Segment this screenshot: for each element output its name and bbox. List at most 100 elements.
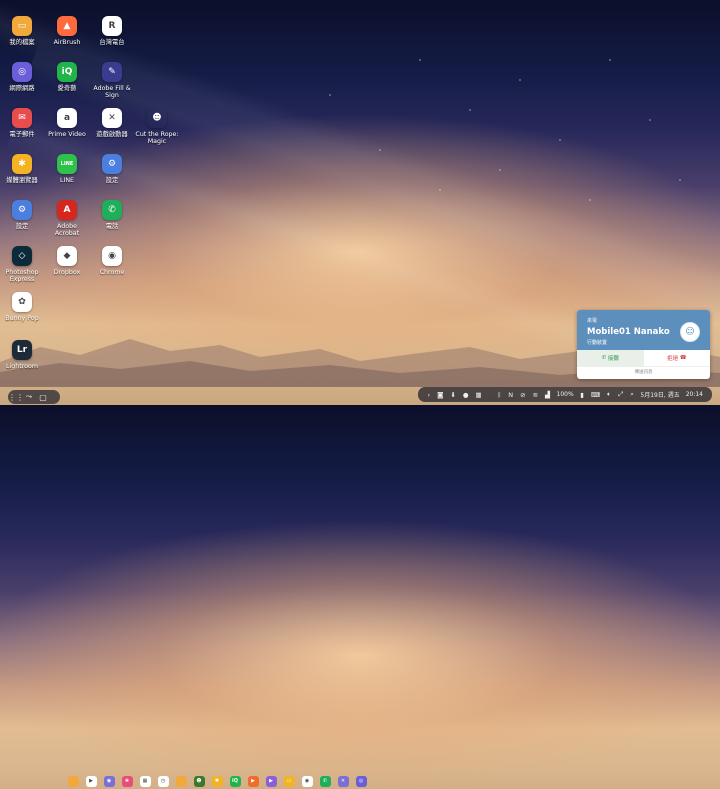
taskbar-app-video[interactable]: ▶ [247, 775, 259, 787]
game-launcher-icon: ✕ [102, 108, 122, 128]
apps-grid-icon[interactable]: ⋮⋮ [8, 393, 24, 402]
chevron-right-icon[interactable]: › [428, 391, 431, 399]
desktop-app-label: 電子郵件 [9, 131, 35, 138]
taskbar-app-bulb[interactable]: ✱ [211, 775, 223, 787]
taskbar-app-internet[interactable]: ◎ [355, 775, 367, 787]
desktop-app-label: Photoshop Express [5, 269, 39, 283]
desktop-app-folder[interactable]: ▭ 我的檔案 [0, 16, 45, 46]
taskbar-app-play-store[interactable]: ▶ [85, 775, 97, 787]
desktop-app-label: Lightroom [5, 363, 38, 370]
system-tray: › ◙ ⬇ ● ▦ ᛒ N ⊘ ≋ ▟ 100% ▮ ⌨ 🔈︎ ⤢ ⌕ 5月19… [418, 387, 712, 402]
grid-icon[interactable]: ▦ [476, 391, 482, 399]
taskbar-app-yellow[interactable]: ▭ [283, 775, 295, 787]
airbrush-icon: ▲ [57, 16, 77, 36]
volume-icon[interactable]: 🔈︎ [607, 390, 611, 399]
taskbar-app-iqiyi[interactable]: iQ [229, 775, 241, 787]
desktop-app-iqiyi[interactable]: iQ 愛奇藝 [44, 62, 90, 92]
taskbar-app-gamepad[interactable]: ✕ [337, 775, 349, 787]
signal-icon[interactable]: ▟ [545, 391, 550, 399]
taskbar-app-clock[interactable]: ◷ [157, 775, 169, 787]
desktop-app-internet[interactable]: ◎ 網際網路 [0, 62, 45, 92]
chrome-icon: ◉ [102, 246, 122, 266]
desktop-app-label: Bunny Pop [5, 315, 39, 322]
taskbar-app-cut-the-rope[interactable]: ☻ [193, 775, 205, 787]
hangup-icon: ☎ [677, 355, 687, 361]
desktop-app-label: Prime Video [48, 131, 86, 138]
time-label: 20:14 [685, 391, 703, 398]
wifi-icon[interactable]: ≋ [533, 391, 538, 399]
taskbar-app-camera[interactable]: ◉ [103, 775, 115, 787]
desktop-app-photoshop-express[interactable]: ◇ Photoshop Express [0, 246, 45, 283]
desktop-app-label: AirBrush [53, 39, 81, 46]
desktop-app-label: Cut the Rope: Magic [135, 131, 179, 145]
taskbar-app-chrome[interactable]: ◉ [301, 775, 313, 787]
cut-the-rope-icon: ☻ [147, 108, 167, 128]
prime-video-icon: a [57, 108, 77, 128]
desktop-app-label: 設定 [105, 177, 119, 184]
desktop-app-prime-video[interactable]: a Prime Video [44, 108, 90, 138]
iqiyi-icon: iQ [57, 62, 77, 82]
desktop-app-media-browser[interactable]: ✱ 媒體瀏覽器 [0, 154, 45, 184]
desktop-app-settings-2[interactable]: ⚙ 設定 [0, 200, 45, 230]
taskbar-app-purple[interactable]: ▶ [265, 775, 277, 787]
radio-icon: R [102, 16, 122, 36]
call-type-label: 來電 [587, 318, 598, 324]
lightroom-icon: Lr [12, 340, 32, 360]
desktop-app-lightroom[interactable]: Lr Lightroom [0, 340, 45, 370]
decline-label: 拒絕 [666, 356, 678, 362]
recent-apps-icon[interactable]: ⤳ [22, 392, 36, 402]
send-message-button[interactable]: 傳送訊息 [577, 367, 710, 378]
desktop-app-label: 愛奇藝 [57, 85, 77, 92]
search-icon[interactable]: ⌕ [630, 390, 634, 399]
acrobat-icon: A [57, 200, 77, 220]
desktop-app-label: 網際網路 [9, 85, 35, 92]
taskbar-app-gallery[interactable]: ❀ [121, 775, 133, 787]
photoshop-express-icon: ◇ [12, 246, 32, 266]
caller-avatar: ☺ [680, 322, 700, 342]
line-icon: LINE [57, 154, 77, 174]
answer-label: 接聽 [607, 356, 619, 362]
caller-name: Mobile01 Nanako [587, 327, 670, 337]
notification-dot-icon[interactable]: ● [463, 391, 469, 399]
desktop-app-bunny-pop[interactable]: ✿ Bunny Pop [0, 292, 45, 322]
desktop-app-email[interactable]: ✉ 電子郵件 [0, 108, 45, 138]
fullscreen-icon[interactable]: ⤢ [618, 390, 623, 399]
desktop-app-label: Chrome [99, 269, 125, 276]
desktop-app-dropbox[interactable]: ◆ Dropbox [44, 246, 90, 276]
battery-icon: ▮ [580, 390, 584, 399]
home-icon[interactable]: ▢ [36, 393, 50, 402]
desktop-app-radio[interactable]: R 台灣電台 [89, 16, 135, 46]
desktop-app-settings[interactable]: ⚙ 設定 [89, 154, 135, 184]
desktop-app-line[interactable]: LINE LINE [44, 154, 90, 184]
dropbox-icon: ◆ [57, 246, 77, 266]
desktop-app-airbrush[interactable]: ▲ AirBrush [44, 16, 90, 46]
media-browser-icon: ✱ [12, 154, 32, 174]
answer-button[interactable]: ✆ 接聽 [577, 350, 644, 366]
desktop-app-game-launcher[interactable]: ✕ 遊戲啟動器 [89, 108, 135, 138]
download-icon[interactable]: ⬇ [450, 391, 455, 399]
taskbar-app-files[interactable] [67, 775, 79, 787]
decline-button[interactable]: 拒絕 ☎ [644, 350, 711, 366]
date-label: 5月19日, 週五 [640, 392, 680, 399]
desktop-app-chrome[interactable]: ◉ Chrome [89, 246, 135, 276]
desktop-app-fill-sign[interactable]: ✎ Adobe Fill & Sign [89, 62, 135, 99]
taskbar-app-calendar[interactable]: ▦ [139, 775, 151, 787]
taskbar-app-phone[interactable]: ✆ [319, 775, 331, 787]
settings-icon-2: ⚙ [12, 200, 32, 220]
bluetooth-icon[interactable]: ᛒ [497, 391, 501, 399]
nfc-icon[interactable]: N [508, 391, 513, 399]
desktop-app-label: 設定 [15, 223, 29, 230]
desktop-app-label: 我的檔案 [9, 39, 35, 46]
keyboard-icon[interactable]: ⌨ [591, 391, 600, 399]
desktop-app-cut-the-rope[interactable]: ☻ Cut the Rope: Magic [134, 108, 180, 145]
desktop-app-acrobat[interactable]: A Adobe Acrobat [44, 200, 90, 237]
screenshot-icon[interactable]: ◙ [437, 391, 443, 399]
desktop-app-label: 台灣電台 [99, 39, 125, 46]
desktop-app-phone[interactable]: ✆ 電話 [89, 200, 135, 230]
pinned-apps: ▶ ◉ ❀ ▦ ◷ ☻ ✱ iQ ▶ ▶ ▭ ◉ ✆ ✕ ◎ [64, 773, 370, 789]
mute-icon[interactable]: ⊘ [520, 391, 525, 399]
internet-icon: ◎ [12, 62, 32, 82]
desktop-app-label: 遊戲啟動器 [96, 131, 128, 138]
taskbar-app-folder[interactable] [175, 775, 187, 787]
desktop-app-label: Dropbox [53, 269, 81, 276]
